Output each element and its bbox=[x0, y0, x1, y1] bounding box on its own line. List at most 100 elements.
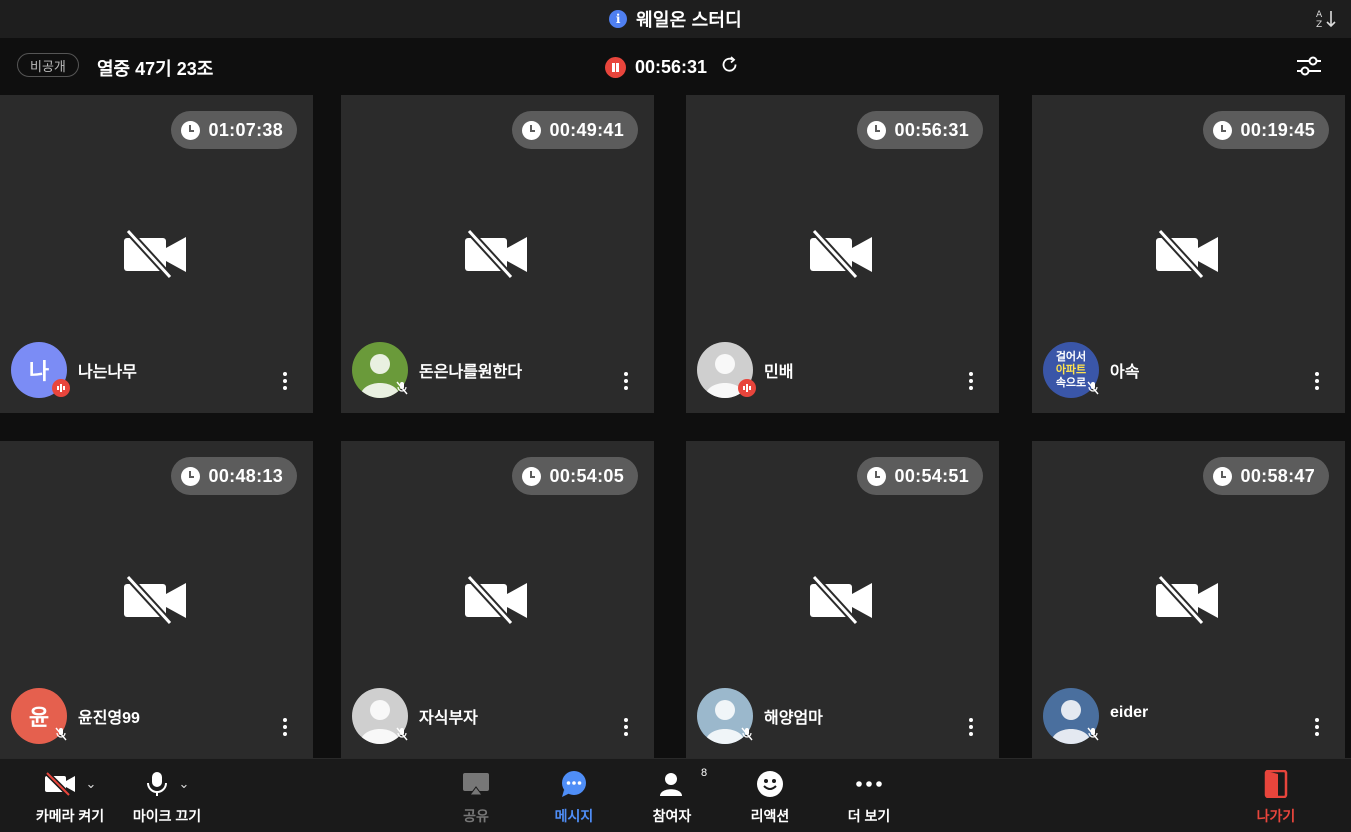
participant-tile[interactable]: 00:54:05 자식부자 bbox=[341, 441, 654, 759]
study-time-badge: 00:49:41 bbox=[511, 111, 638, 149]
study-time-badge: 00:58:47 bbox=[1202, 457, 1329, 495]
exit-door-icon bbox=[1264, 770, 1288, 798]
more-options-icon[interactable] bbox=[283, 372, 287, 390]
screen-share-icon bbox=[463, 773, 489, 796]
participant-name: 자식부자 bbox=[419, 710, 478, 727]
chevron-down-icon[interactable]: ⌄ bbox=[179, 776, 190, 792]
study-time: 00:48:13 bbox=[208, 465, 283, 486]
participant-tile[interactable]: 01:07:38 나 나는나무 bbox=[0, 95, 313, 413]
leave-label: 나가기 bbox=[1256, 808, 1296, 824]
leave-button[interactable]: 나가기 bbox=[1246, 759, 1306, 832]
study-time-badge: 00:56:31 bbox=[856, 111, 983, 149]
mic-muted-icon bbox=[393, 725, 411, 743]
more-options-icon[interactable] bbox=[283, 718, 287, 736]
study-time: 00:56:31 bbox=[894, 119, 969, 140]
participant-tile[interactable]: 00:58:47 eider bbox=[1032, 441, 1345, 759]
session-time: 00:56:31 bbox=[635, 57, 708, 77]
camera-off-icon bbox=[122, 574, 188, 626]
pause-recording-icon[interactable] bbox=[605, 57, 626, 78]
study-time-badge: 00:19:45 bbox=[1202, 111, 1329, 149]
participant-tile[interactable]: 00:49:41 돈은나를원한다 bbox=[341, 95, 654, 413]
camera-off-icon bbox=[122, 228, 188, 280]
participant-name: 나는나무 bbox=[78, 364, 137, 381]
microphone-icon bbox=[146, 772, 167, 796]
avatar-text-line: 속으로 bbox=[1055, 376, 1087, 389]
study-time: 00:54:05 bbox=[549, 465, 624, 486]
speaking-indicator-icon bbox=[52, 379, 70, 397]
more-options-icon[interactable] bbox=[1315, 372, 1319, 390]
participants-label: 참여자 bbox=[652, 808, 692, 824]
camera-off-icon bbox=[463, 228, 529, 280]
bottom-toolbar: ⌄ 카메라 켜기 ⌄ 마이크 끄기 공유 메시지 8 참여자 리액션 더 보기 … bbox=[0, 758, 1351, 832]
more-options-icon[interactable] bbox=[1315, 718, 1319, 736]
study-time: 00:54:51 bbox=[894, 465, 969, 486]
avatar-text-line: 걸어서 bbox=[1055, 350, 1087, 363]
clock-icon bbox=[866, 120, 886, 140]
session-bar: 비공개 열중 47기 23조 00:56:31 bbox=[0, 38, 1351, 94]
participant-tile[interactable]: 00:56:31 민배 bbox=[686, 95, 999, 413]
session-timer: 00:56:31 bbox=[605, 55, 740, 80]
participant-name: eider bbox=[1110, 704, 1149, 721]
participant-count: 8 bbox=[701, 767, 708, 779]
chat-bubble-icon bbox=[562, 771, 586, 797]
study-time-badge: 00:48:13 bbox=[170, 457, 297, 495]
camera-off-icon bbox=[808, 574, 874, 626]
participant-name: 윤진영99 bbox=[78, 710, 140, 727]
participants-button[interactable]: 8 참여자 bbox=[642, 759, 707, 832]
clock-icon bbox=[1212, 120, 1232, 140]
mic-muted-icon bbox=[1084, 725, 1102, 743]
camera-off-icon bbox=[463, 574, 529, 626]
more-dots-icon bbox=[856, 781, 882, 787]
participant-name: 해양엄마 bbox=[764, 710, 823, 727]
participant-name: 돈은나를원한다 bbox=[419, 364, 523, 381]
participant-tile[interactable]: 00:19:45 걸어서 아파트 속으로 아속 bbox=[1032, 95, 1345, 413]
mic-muted-icon bbox=[738, 725, 756, 743]
mic-toggle-button[interactable]: ⌄ 마이크 끄기 bbox=[127, 759, 207, 832]
share-button[interactable]: 공유 bbox=[446, 759, 506, 832]
clock-icon bbox=[180, 120, 200, 140]
smiley-icon bbox=[757, 771, 783, 797]
participant-name: 민배 bbox=[764, 364, 794, 381]
message-button[interactable]: 메시지 bbox=[544, 759, 604, 832]
camera-off-icon bbox=[44, 772, 75, 796]
svg-text:A: A bbox=[1316, 10, 1323, 20]
title-bar: i 웨일온 스터디 A Z bbox=[0, 0, 1351, 38]
clock-icon bbox=[866, 466, 886, 486]
svg-text:Z: Z bbox=[1316, 20, 1322, 30]
reaction-button[interactable]: 리액션 bbox=[740, 759, 800, 832]
meeting-title: 웨일온 스터디 bbox=[636, 10, 742, 30]
more-options-icon[interactable] bbox=[624, 718, 628, 736]
camera-off-icon bbox=[1154, 574, 1220, 626]
message-label: 메시지 bbox=[554, 808, 594, 824]
refresh-icon[interactable] bbox=[720, 55, 740, 80]
participant-tile[interactable]: 00:54:51 해양엄마 bbox=[686, 441, 999, 759]
participant-name: 아속 bbox=[1110, 364, 1140, 381]
clock-icon bbox=[1212, 466, 1232, 486]
more-options-icon[interactable] bbox=[624, 372, 628, 390]
camera-toggle-button[interactable]: ⌄ 카메라 켜기 bbox=[30, 759, 110, 832]
study-time: 00:58:47 bbox=[1240, 465, 1315, 486]
participant-tile[interactable]: 00:48:13 윤 윤진영99 bbox=[0, 441, 313, 759]
mic-label: 마이크 끄기 bbox=[132, 808, 202, 824]
info-icon[interactable]: i bbox=[609, 10, 628, 28]
mic-muted-icon bbox=[1084, 379, 1102, 397]
clock-icon bbox=[521, 120, 541, 140]
sort-az-icon[interactable]: A Z bbox=[1315, 8, 1337, 30]
clock-icon bbox=[180, 466, 200, 486]
speaking-indicator-icon bbox=[738, 379, 756, 397]
more-button[interactable]: 더 보기 bbox=[838, 759, 900, 832]
person-icon bbox=[660, 773, 682, 796]
more-options-icon[interactable] bbox=[969, 718, 973, 736]
chevron-down-icon[interactable]: ⌄ bbox=[86, 776, 97, 792]
mic-muted-icon bbox=[52, 725, 70, 743]
more-options-icon[interactable] bbox=[969, 372, 973, 390]
study-time-badge: 00:54:05 bbox=[511, 457, 638, 495]
settings-sliders-icon[interactable] bbox=[1295, 54, 1323, 78]
mic-muted-icon bbox=[393, 379, 411, 397]
camera-off-icon bbox=[808, 228, 874, 280]
camera-off-icon bbox=[1154, 228, 1220, 280]
clock-icon bbox=[521, 466, 541, 486]
room-name: 열중 47기 23조 bbox=[97, 59, 214, 79]
study-time: 00:49:41 bbox=[549, 119, 624, 140]
study-time-badge: 01:07:38 bbox=[170, 111, 297, 149]
